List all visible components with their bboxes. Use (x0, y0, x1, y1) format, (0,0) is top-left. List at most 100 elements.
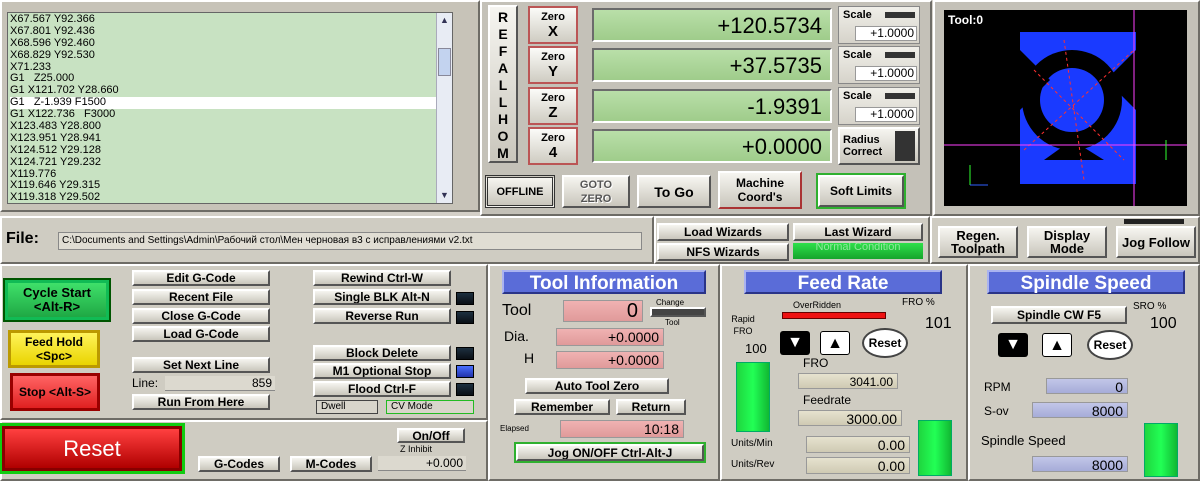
height-value[interactable]: +0.0000 (556, 351, 664, 369)
scale-y[interactable]: Scale +1.0000 (838, 46, 920, 84)
load-gcode-button[interactable]: Load G-Code (132, 326, 270, 342)
ref-all-home-label: REF ALL HOME (497, 9, 509, 161)
scale-led (885, 12, 915, 18)
gcode-line[interactable]: X67.801 Y92.436 (10, 25, 438, 38)
block-delete-label: Block Delete (345, 346, 419, 360)
remember-button[interactable]: Remember (514, 399, 610, 415)
run-from-here-button[interactable]: Run From Here (132, 394, 270, 410)
z-inhibit-label: Z Inhibit (400, 444, 433, 454)
recent-file-button[interactable]: Recent File (132, 289, 270, 305)
dro-y[interactable]: +37.5735 (592, 48, 832, 82)
jog-follow-button[interactable]: Jog Follow (1116, 226, 1196, 258)
z-inhibit-onoff-button[interactable]: On/Off (397, 428, 465, 443)
to-go-button[interactable]: To Go (637, 175, 711, 208)
load-wizards-button[interactable]: Load Wizards (657, 223, 789, 241)
radius-correct-button[interactable]: Radius Correct (838, 127, 920, 165)
offline-button[interactable]: OFFLINE (485, 175, 555, 208)
flood-button[interactable]: Flood Ctrl-F (313, 381, 451, 397)
fro-reset-button[interactable]: Reset (862, 328, 908, 358)
gcode-line[interactable]: X124.721 Y29.232 (10, 156, 438, 169)
overridden-led (782, 312, 886, 319)
return-button[interactable]: Return (616, 399, 686, 415)
condition-indicator: Normal Condition (793, 243, 923, 259)
feed-override-bar[interactable] (918, 420, 952, 476)
soft-limits-button[interactable]: Soft Limits (818, 175, 904, 207)
fro-up-arrow-icon[interactable]: ▲ (820, 331, 850, 355)
dro-4[interactable]: +0.0000 (592, 129, 832, 163)
reset-button[interactable]: Reset (2, 426, 182, 471)
scale-value[interactable]: +1.0000 (855, 26, 917, 41)
edit-gcode-button[interactable]: Edit G-Code (132, 270, 270, 286)
tool-number[interactable]: 0 (563, 300, 643, 322)
fro-down-arrow-icon[interactable]: ▼ (780, 331, 810, 355)
toolpath-view[interactable]: Tool:0 (944, 10, 1187, 206)
zero-4-button[interactable]: Zero 4 (528, 127, 578, 165)
machine-coords-button[interactable]: Machine Coord's (718, 171, 802, 209)
feed-hold-button[interactable]: Feed Hold <Spc> (8, 330, 100, 368)
close-gcode-label: Close G-Code (161, 309, 241, 323)
scale-value[interactable]: +1.0000 (855, 107, 917, 122)
change-tool-button[interactable] (650, 307, 706, 317)
optional-stop-button[interactable]: M1 Optional Stop (313, 363, 451, 379)
jog-onoff-button[interactable]: Jog ON/OFF Ctrl-Alt-J (516, 444, 704, 461)
gcode-scrollbar[interactable]: ▲ ▼ (436, 13, 452, 203)
gcode-list[interactable]: X67.567 Y92.366 X67.801 Y92.436 X68.596 Y9… (7, 12, 453, 204)
scale-led (885, 93, 915, 99)
zero-y-button[interactable]: Zero Y (528, 46, 578, 84)
last-wizard-label: Last Wizard (824, 225, 892, 239)
sro-reset-button[interactable]: Reset (1087, 330, 1133, 360)
gcodes-button[interactable]: G-Codes (198, 456, 280, 472)
sro-up-arrow-icon[interactable]: ▲ (1042, 333, 1072, 357)
rewind-button[interactable]: Rewind Ctrl-W (313, 270, 451, 286)
dro-x[interactable]: +120.5734 (592, 8, 832, 42)
gcode-line[interactable]: X68.829 Y92.530 (10, 49, 438, 62)
gcode-line[interactable]: X68.596 Y92.460 (10, 37, 438, 50)
scale-x[interactable]: Scale +1.0000 (838, 6, 920, 44)
block-delete-button[interactable]: Block Delete (313, 345, 451, 361)
radius-correct-led (895, 131, 915, 161)
auto-tool-zero-button[interactable]: Auto Tool Zero (525, 378, 669, 394)
scroll-up-icon[interactable]: ▲ (437, 13, 452, 28)
scale-value[interactable]: +1.0000 (855, 66, 917, 81)
close-gcode-button[interactable]: Close G-Code (132, 308, 270, 324)
reverse-run-button[interactable]: Reverse Run (313, 308, 451, 324)
sro-down-arrow-icon[interactable]: ▼ (998, 333, 1028, 357)
units-min-label: Units/Min (731, 438, 773, 449)
z-inhibit-onoff-label: On/Off (412, 428, 450, 443)
display-mode-button[interactable]: Display Mode (1027, 226, 1107, 258)
rpm-value: 0 (1046, 378, 1128, 395)
to-go-label: To Go (654, 183, 694, 200)
rapid-fro-bar[interactable] (736, 362, 770, 432)
jog-follow-led (1124, 219, 1184, 224)
gcode-line[interactable]: X123.951 Y28.941 (10, 132, 438, 145)
mcodes-button[interactable]: M-Codes (290, 456, 372, 472)
gcode-line[interactable]: X124.512 Y29.128 (10, 144, 438, 157)
zero-x-button[interactable]: Zero X (528, 6, 578, 44)
stop-button[interactable]: Stop <Alt-S> (10, 373, 100, 411)
set-next-line-button[interactable]: Set Next Line (132, 357, 270, 373)
cycle-start-button[interactable]: Cycle Start <Alt-R> (5, 280, 109, 320)
scroll-thumb[interactable] (438, 48, 451, 76)
units-rev-value: 0.00 (806, 457, 910, 474)
single-block-button[interactable]: Single BLK Alt-N (313, 289, 451, 305)
change-tool-label: Change (656, 298, 685, 307)
nfs-wizards-button[interactable]: NFS Wizards (657, 243, 789, 261)
last-wizard-button[interactable]: Last Wizard (793, 223, 923, 241)
file-path: C:\Documents and Settings\Admin\Рабочий … (58, 232, 642, 250)
z-inhibit-value[interactable]: +0.000 (378, 456, 466, 471)
ref-all-home-button[interactable]: REF ALL HOME (488, 5, 518, 163)
gcodes-label: G-Codes (213, 457, 264, 471)
gcode-line[interactable]: X71.233 (10, 61, 438, 74)
dro-z[interactable]: -1.9391 (592, 89, 832, 123)
diameter-value[interactable]: +0.0000 (556, 328, 664, 346)
zero-z-button[interactable]: Zero Z (528, 87, 578, 125)
scale-z[interactable]: Scale +1.0000 (838, 87, 920, 125)
goto-zero-button[interactable]: GOTO ZERO (562, 175, 630, 208)
regen-toolpath-button[interactable]: Regen. Toolpath (938, 226, 1018, 258)
display-mode-label: Display Mode (1043, 228, 1091, 256)
spindle-override-bar[interactable] (1144, 423, 1178, 477)
line-input[interactable]: 859 (165, 376, 275, 391)
scroll-down-icon[interactable]: ▼ (437, 188, 452, 203)
spindle-cw-button[interactable]: Spindle CW F5 (991, 306, 1127, 324)
gcode-line[interactable]: X119.318 Y29.502 (10, 191, 438, 203)
